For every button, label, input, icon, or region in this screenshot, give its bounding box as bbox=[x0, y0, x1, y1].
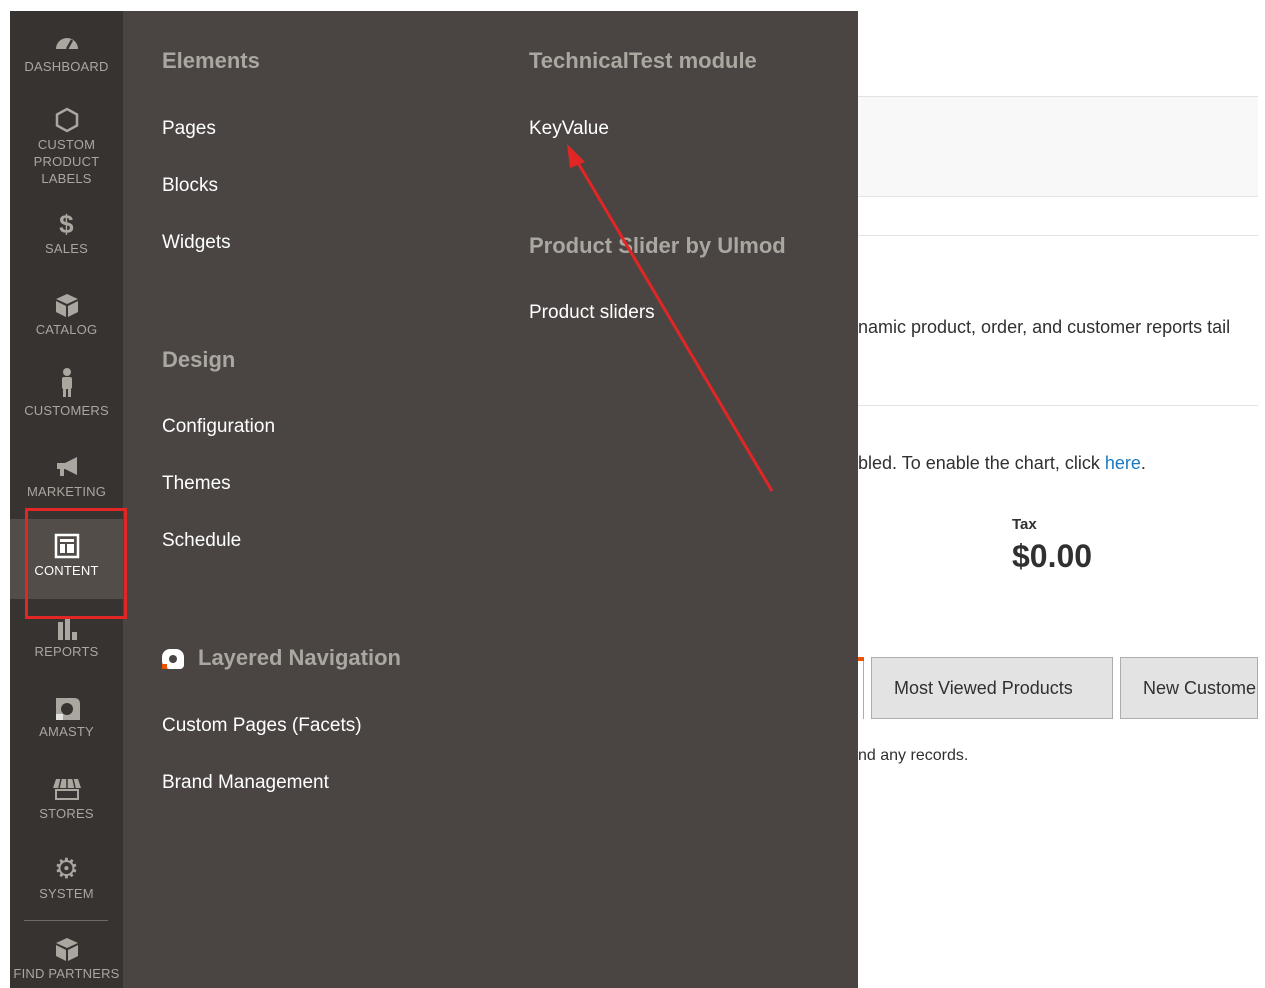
partners-box-icon bbox=[10, 936, 123, 962]
menu-link-custom-pages[interactable]: Custom Pages (Facets) bbox=[162, 715, 362, 737]
nav-item-sales[interactable]: $ SALES bbox=[10, 211, 123, 257]
nav-item-customers[interactable]: CUSTOMERS bbox=[10, 367, 123, 419]
amasty-icon bbox=[10, 694, 123, 720]
menu-link-pages[interactable]: Pages bbox=[162, 118, 216, 140]
box-icon bbox=[10, 292, 123, 318]
menu-link-keyvalue[interactable]: KeyValue bbox=[529, 118, 609, 140]
person-icon bbox=[10, 367, 123, 399]
nav-item-marketing[interactable]: MARKETING bbox=[10, 454, 123, 500]
menu-link-schedule[interactable]: Schedule bbox=[162, 530, 241, 552]
tab-most-viewed-products[interactable]: Most Viewed Products bbox=[871, 657, 1113, 719]
no-records-notice: nd any records. bbox=[858, 747, 969, 764]
page-header-band bbox=[858, 96, 1258, 197]
menu-link-configuration[interactable]: Configuration bbox=[162, 416, 275, 438]
menu-link-product-sliders[interactable]: Product sliders bbox=[529, 302, 655, 324]
tab-new-customers[interactable]: New Custome bbox=[1120, 657, 1258, 719]
hexagon-icon bbox=[10, 107, 123, 133]
nav-item-reports[interactable]: REPORTS bbox=[10, 614, 123, 660]
nav-item-stores[interactable]: STORES bbox=[10, 776, 123, 822]
chart-disabled-notice: bled. To enable the chart, click here. bbox=[858, 453, 1146, 473]
annotation-highlight-box bbox=[25, 508, 127, 619]
megaphone-icon bbox=[10, 454, 123, 480]
admin-sidebar: DASHBOARD CUSTOM PRODUCT LABELS $ SALES … bbox=[10, 11, 123, 988]
dollar-icon: $ bbox=[59, 209, 74, 239]
divider bbox=[24, 920, 108, 921]
storefront-icon bbox=[10, 776, 123, 802]
group-title-product-slider: Product Slider by Ulmod bbox=[529, 233, 786, 258]
amasty-logo-icon bbox=[162, 649, 184, 670]
gear-icon: ⚙ bbox=[53, 853, 80, 884]
tax-label: Tax bbox=[1012, 516, 1037, 533]
enable-chart-link[interactable]: here bbox=[1105, 453, 1141, 473]
group-title-layered-navigation: Layered Navigation bbox=[162, 645, 401, 671]
nav-item-dashboard[interactable]: DASHBOARD bbox=[10, 29, 123, 75]
group-title-technicaltest: TechnicalTest module bbox=[529, 48, 757, 73]
nav-item-system[interactable]: ⚙ SYSTEM bbox=[10, 853, 123, 902]
menu-link-brand-management[interactable]: Brand Management bbox=[162, 772, 329, 794]
nav-item-amasty[interactable]: AMASTY bbox=[10, 694, 123, 740]
divider bbox=[858, 405, 1258, 406]
dashboard-gauge-icon bbox=[10, 29, 123, 55]
tax-value: $0.00 bbox=[1012, 538, 1093, 574]
nav-item-custom-product-labels[interactable]: CUSTOM PRODUCT LABELS bbox=[10, 107, 123, 187]
nav-item-catalog[interactable]: CATALOG bbox=[10, 292, 123, 338]
group-title-design: Design bbox=[162, 347, 236, 372]
reports-notice: namic product, order, and customer repor… bbox=[858, 317, 1231, 337]
divider bbox=[858, 235, 1258, 236]
menu-link-themes[interactable]: Themes bbox=[162, 473, 231, 495]
content-submenu: Elements Pages Blocks Widgets Design Con… bbox=[123, 11, 858, 988]
tab-active[interactable] bbox=[858, 657, 864, 719]
nav-item-find-partners[interactable]: FIND PARTNERS bbox=[10, 936, 123, 982]
menu-link-blocks[interactable]: Blocks bbox=[162, 175, 218, 197]
menu-link-widgets[interactable]: Widgets bbox=[162, 232, 231, 254]
group-title-elements: Elements bbox=[162, 48, 260, 73]
